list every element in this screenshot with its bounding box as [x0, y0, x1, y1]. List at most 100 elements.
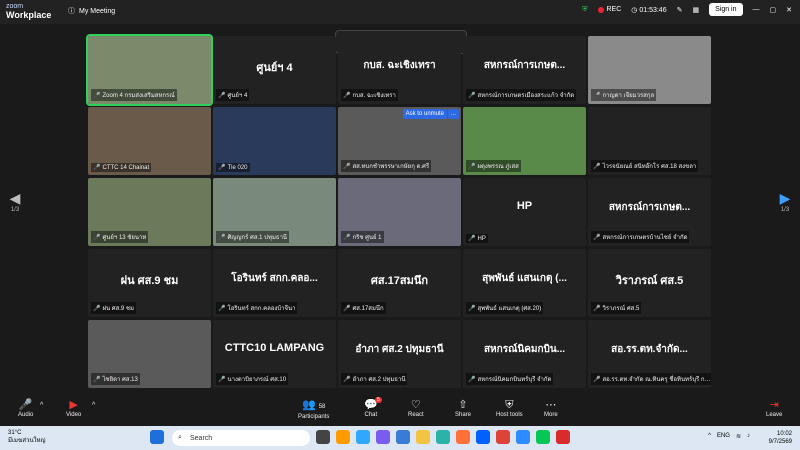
participant-tile[interactable]: สหกรณ์การเกษต... 🎤 สหกรณ์การเกษตรเมืองสระแ…: [463, 36, 586, 104]
react-button[interactable]: ♡ React: [408, 398, 424, 418]
grid-view-icon[interactable]: ▦: [692, 6, 699, 14]
chrome-icon[interactable]: [496, 430, 510, 444]
participant-tile[interactable]: HP 🎤 HP: [463, 178, 586, 246]
participants-label: Participants: [298, 414, 330, 420]
wifi-icon[interactable]: ≋: [736, 433, 741, 440]
participant-tile[interactable]: 🎤 สส.ทบกชำพรรษาเกษัยกุ ต.ศรี Ask to unmute…: [338, 107, 461, 175]
participant-name-display: ศส.17สมนึก: [370, 275, 429, 287]
participant-tile[interactable]: 🎤 ศูนย์ฯ 13 ชัยนาท: [88, 178, 211, 246]
participant-tile[interactable]: สหกรณ์นิคมกบิน... 🎤 สหกรณ์นิคมกบินทร์บุรี …: [463, 320, 586, 388]
close-icon[interactable]: ✕: [786, 6, 792, 14]
effects-icon[interactable]: ✎: [677, 6, 683, 14]
participant-tile[interactable]: 🎤 ไซยิดา ศส.13: [88, 320, 211, 388]
participant-tile[interactable]: ศส.17สมนึก 🎤 ศส.17สมนึก: [338, 249, 461, 317]
next-page-button[interactable]: ▶ 1/3: [770, 190, 800, 230]
participant-tile[interactable]: สหกรณ์การเกษต... 🎤 สหกรณ์การเกษตรบ้านไชย์ …: [588, 178, 711, 246]
participant-tile[interactable]: กบส. ฉะเชิงเทรา 🎤 กบส. ฉะเชิงเทรา: [338, 36, 461, 104]
video-button[interactable]: ▶ Video: [66, 398, 81, 418]
participant-label: 🎤 HP: [466, 234, 488, 243]
participants-count: 58: [318, 404, 326, 410]
chevron-right-icon[interactable]: ▶: [780, 190, 791, 207]
participant-tile[interactable]: 🎤 Tle 020: [213, 107, 336, 175]
video-label: Video: [66, 412, 82, 418]
share-button[interactable]: ⇧ Share: [455, 398, 471, 418]
participant-tile[interactable]: 🎤 ไวรจนัยณย์ สนิทอ๊กโร ศส.18 สงขลา: [588, 107, 711, 175]
mic-muted-icon: 🎤: [93, 306, 101, 312]
tile-options-button[interactable]: ...: [447, 109, 459, 119]
participants-button[interactable]: 👥 58 Participants: [298, 398, 329, 420]
file-explorer-icon[interactable]: [416, 430, 430, 444]
audio-button[interactable]: 🎤 Audio: [18, 398, 33, 418]
participant-label: 🎤 สอ.รร.ตท.จำกัด ณ.ทินครุ ชื่อทินทร์บุรี …: [591, 373, 711, 385]
firefox-icon[interactable]: [456, 430, 470, 444]
acrobat-icon[interactable]: [556, 430, 570, 444]
participant-tile[interactable]: ฝน ศส.9 ชม 🎤 ฝน ศส.9 ชม: [88, 249, 211, 317]
participant-tile[interactable]: สุพพันธ์ แสนเกตุ (... 🎤 สุพพันธ์ แสนเกตุ (…: [463, 249, 586, 317]
participant-tile[interactable]: 🎤 กริช ศูนย์ 1: [338, 178, 461, 246]
recording-indicator[interactable]: REC: [597, 6, 621, 13]
participant-tile[interactable]: สอ.รร.ตท.จำกัด... 🎤 สอ.รร.ตท.จำกัด ณ.ทินคร…: [588, 320, 711, 388]
participant-tile[interactable]: 🎤 ศิญญกร์ ศส.1 ปทุมธานี: [213, 178, 336, 246]
participant-label: 🎤 ศส.17สมนึก: [341, 302, 386, 314]
language-indicator[interactable]: ENG: [717, 433, 730, 440]
taskview-icon[interactable]: [316, 430, 330, 444]
illustrator-icon[interactable]: [336, 430, 350, 444]
participant-label-text: HP: [477, 236, 486, 242]
audio-options-caret[interactable]: ^: [40, 402, 43, 409]
store-icon[interactable]: [396, 430, 410, 444]
mic-muted-icon: 🎤: [93, 93, 101, 99]
participant-label-text: อำภา ศส.2 ปทุมธานี: [352, 377, 406, 383]
maximize-icon[interactable]: ▢: [770, 6, 777, 14]
dropbox-icon[interactable]: [476, 430, 490, 444]
ask-to-unmute-button[interactable]: Ask to unmute: [402, 109, 447, 119]
participant-label-text: สอ.รร.ตท.จำกัด ณ.ทินครุ ชื่อทินทร์บุรี ก…: [602, 377, 711, 383]
taskbar-search[interactable]: ⌕ Search: [172, 430, 310, 446]
windows-start-icon[interactable]: [150, 430, 164, 444]
leave-label: Leave: [766, 412, 783, 418]
info-icon[interactable]: ⓘ: [68, 6, 75, 16]
edge-icon[interactable]: [436, 430, 450, 444]
participant-tile[interactable]: โอรินทร์ สกก.คลอ... 🎤 โอรินทร์ สกก.คลองบ้า…: [213, 249, 336, 317]
participant-label: 🎤 สส.ทบกชำพรรษาเกษัยกุ ต.ศรี: [341, 160, 432, 172]
search-icon: ⌕: [178, 434, 182, 441]
participant-tile[interactable]: 🎤 กาญดา เจียมวรสกุล: [588, 36, 711, 104]
minimize-icon[interactable]: —: [753, 6, 760, 13]
participant-tile[interactable]: ศูนย์ฯ 4 🎤 ศูนย์ฯ 4: [213, 36, 336, 104]
participant-tile[interactable]: วิราภรณ์ ศส.5 🎤 วิราภรณ์ ศส.5: [588, 249, 711, 317]
participant-name-display: ศูนย์ฯ 4: [256, 62, 293, 74]
participant-label-text: ศูนย์ฯ 4: [227, 93, 248, 99]
sign-in-button[interactable]: Sign in: [709, 3, 743, 16]
more-button[interactable]: ⋯ More: [544, 398, 558, 418]
meeting-title: My Meeting: [79, 7, 116, 15]
participant-label: 🎤 โอรินทร์ สกก.คลองบ้าจีนา: [216, 302, 298, 314]
speaker-icon[interactable]: ♪: [747, 433, 750, 440]
participant-tile[interactable]: อำภา ศส.2 ปทุมธานี 🎤 อำภา ศส.2 ปทุมธานี: [338, 320, 461, 388]
clock[interactable]: 10:02 9/7/2569: [769, 430, 792, 446]
zoom-app-icon[interactable]: [516, 430, 530, 444]
photoshop-icon[interactable]: [356, 430, 370, 444]
mic-muted-icon: 🎤: [93, 165, 101, 171]
copilot-icon[interactable]: [376, 430, 390, 444]
participant-tile[interactable]: 🎤 ผดุงพรรณ ภู่เสส: [463, 107, 586, 175]
participant-tile[interactable]: 🎤 Zoom 4 กรมส่งเสริมสหกรณ์: [86, 34, 213, 106]
chevron-left-icon[interactable]: ◀: [10, 190, 21, 207]
participant-label-text: สส.ทบกชำพรรษาเกษัยกุ ต.ศรี: [352, 164, 430, 170]
shield-icon[interactable]: ⛨: [582, 6, 587, 14]
chevron-up-icon[interactable]: ^: [708, 433, 711, 440]
line-icon[interactable]: [536, 430, 550, 444]
system-tray[interactable]: ^ ENG ≋ ♪: [708, 433, 750, 440]
leave-button[interactable]: ⇥ Leave: [766, 398, 782, 418]
mic-muted-icon: 🎤: [468, 236, 476, 242]
mic-muted-icon: 🎤: [468, 306, 476, 312]
prev-page-button[interactable]: ◀ 1/3: [0, 190, 30, 230]
video-options-caret[interactable]: ^: [92, 402, 95, 409]
participant-label-text: สหกรณ์การเกษตรเมืองสระแก้ว จำกัด: [477, 93, 575, 99]
meeting-info[interactable]: ⓘ My Meeting: [68, 6, 115, 16]
weather-widget[interactable]: 31°C มีเมฆส่วนใหญ่: [8, 429, 46, 445]
host-tools-button[interactable]: ⛨ Host tools: [496, 398, 523, 418]
participant-label: 🎤 สุพพันธ์ แสนเกตุ (ศส.20): [466, 302, 544, 314]
participant-name-display: CTTC10 LAMPANG: [224, 342, 325, 354]
mic-muted-icon: 🎤: [593, 306, 601, 312]
participant-tile[interactable]: 🎤 CTTC 14 Chainat: [88, 107, 211, 175]
participant-tile[interactable]: CTTC10 LAMPANG 🎤 นางดาบิยาภรณ์ ศส.10: [213, 320, 336, 388]
